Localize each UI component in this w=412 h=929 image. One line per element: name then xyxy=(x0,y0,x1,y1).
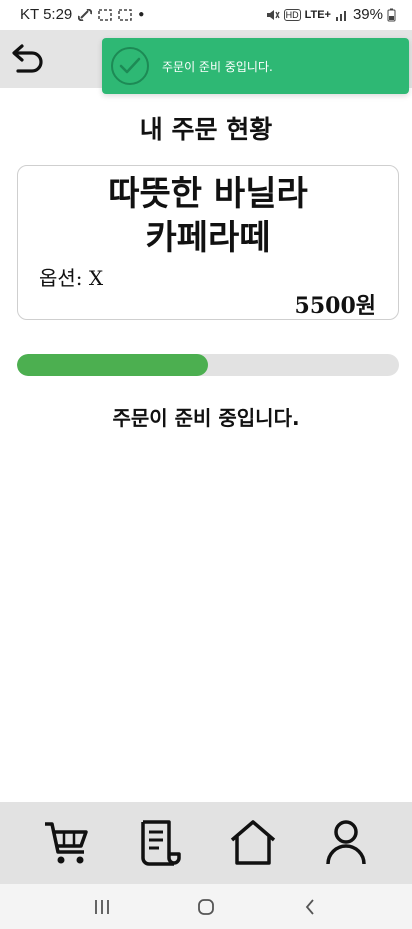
cart-icon xyxy=(44,822,88,864)
product-name: 따뜻한 바닐라 카페라떼 xyxy=(18,172,398,260)
order-status-text: 주문이 준비 중입니다. xyxy=(112,406,300,430)
link-icon xyxy=(78,8,93,21)
back-chevron-icon xyxy=(305,898,314,915)
profile-icon xyxy=(325,820,366,865)
recent-apps-button[interactable] xyxy=(77,887,127,927)
dot-icon: ● xyxy=(138,9,145,20)
signal-icon xyxy=(335,10,346,21)
system-back-button[interactable] xyxy=(285,887,335,927)
home-circle-icon xyxy=(198,898,214,915)
status-left: KT 5:29 ● xyxy=(20,6,144,23)
carrier-time: KT 5:29 xyxy=(20,6,73,23)
network-label: LTE+ xyxy=(304,8,331,21)
home-icon xyxy=(230,820,275,865)
system-nav xyxy=(0,884,412,929)
back-button[interactable] xyxy=(8,38,48,78)
system-home-button[interactable] xyxy=(181,887,231,927)
price: 5500원 xyxy=(294,293,376,319)
page-title: 내 주문 현황 xyxy=(139,115,273,144)
battery-percent: 39% xyxy=(352,6,383,23)
check-circle-icon xyxy=(111,47,149,85)
nav-cart[interactable] xyxy=(37,813,97,873)
screenshot-icon-2 xyxy=(118,8,133,21)
nav-orders[interactable] xyxy=(130,813,190,873)
back-arrow-icon xyxy=(12,44,43,73)
toast-message: 주문이 준비 중입니다. xyxy=(162,59,273,74)
product-name-line1: 따뜻한 바닐라 xyxy=(108,174,308,214)
status-bar: KT 5:29 ● HD LTE+ 39% xyxy=(0,0,412,30)
recent-apps-icon xyxy=(95,899,109,914)
order-card: 따뜻한 바닐라 카페라떼 옵션: X 5500원 xyxy=(17,165,399,320)
hd-icon: HD xyxy=(283,8,301,21)
screenshot-icon xyxy=(98,8,113,21)
receipt-icon xyxy=(140,820,181,866)
nav-profile[interactable] xyxy=(316,813,376,873)
mute-icon xyxy=(266,9,280,20)
toast-notification: 주문이 준비 중입니다. xyxy=(102,38,409,94)
battery-icon xyxy=(387,8,396,21)
progress-bar xyxy=(17,354,399,376)
option-text: 옵션: X xyxy=(39,266,104,290)
bottom-nav xyxy=(0,802,412,884)
nav-home[interactable] xyxy=(223,813,283,873)
product-name-line2: 카페라떼 xyxy=(145,218,271,258)
progress-fill xyxy=(17,354,208,376)
status-right: HD LTE+ 39% xyxy=(266,6,396,23)
